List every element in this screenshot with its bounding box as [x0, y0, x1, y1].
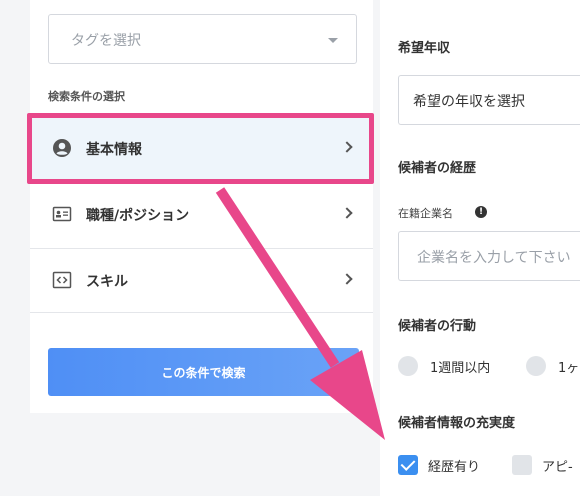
menu-item-label: 職種/ポジション — [86, 208, 190, 224]
radio-within-week[interactable] — [398, 356, 418, 376]
caret-down-icon — [328, 38, 338, 43]
history-heading: 候補者の経歴 — [398, 161, 477, 176]
income-select[interactable]: 希望の年収を選択 — [398, 75, 580, 125]
checkbox-label: 経歴有り — [428, 460, 481, 475]
radio-label: 1ヶ — [558, 361, 580, 376]
tag-select[interactable]: タグを選択 — [48, 14, 357, 64]
code-icon — [52, 271, 72, 289]
chevron-right-icon — [341, 207, 353, 219]
checkbox-has-history[interactable] — [398, 455, 418, 475]
menu-item-skill[interactable]: スキル — [30, 248, 373, 313]
income-select-value: 希望の年収を選択 — [413, 94, 525, 110]
id-card-icon — [52, 206, 72, 222]
tag-select-placeholder: タグを選択 — [71, 33, 141, 49]
company-label: 在籍企業名 — [398, 207, 453, 220]
info-icon: ! — [475, 206, 487, 218]
search-conditions-panel: タグを選択 検索条件の選択 基本情報 職種/ポジション スキル この条件で検索 — [30, 0, 373, 413]
checkbox-label: アピ- — [542, 460, 573, 475]
company-input[interactable]: 企業名を入力して下さい — [398, 231, 580, 281]
company-input-placeholder: 企業名を入力して下さい — [417, 250, 571, 266]
chevron-right-icon — [341, 273, 353, 285]
radio-label: 1週間以内 — [430, 361, 491, 376]
section-label: 検索条件の選択 — [48, 90, 125, 103]
action-heading: 候補者の行動 — [398, 319, 477, 334]
highlight-box — [27, 113, 374, 184]
income-heading: 希望年収 — [398, 41, 451, 56]
radio-within-month[interactable] — [526, 356, 546, 376]
condition-detail-panel: 希望年収 希望の年収を選択 候補者の経歴 在籍企業名 ! 企業名を入力して下さい… — [380, 0, 580, 496]
fill-heading: 候補者情報の充実度 — [398, 416, 516, 431]
menu-item-job-position[interactable]: 職種/ポジション — [30, 182, 373, 247]
menu-item-label: スキル — [86, 274, 128, 290]
checkbox-appeal[interactable] — [512, 455, 532, 475]
search-button[interactable]: この条件で検索 — [48, 348, 359, 396]
